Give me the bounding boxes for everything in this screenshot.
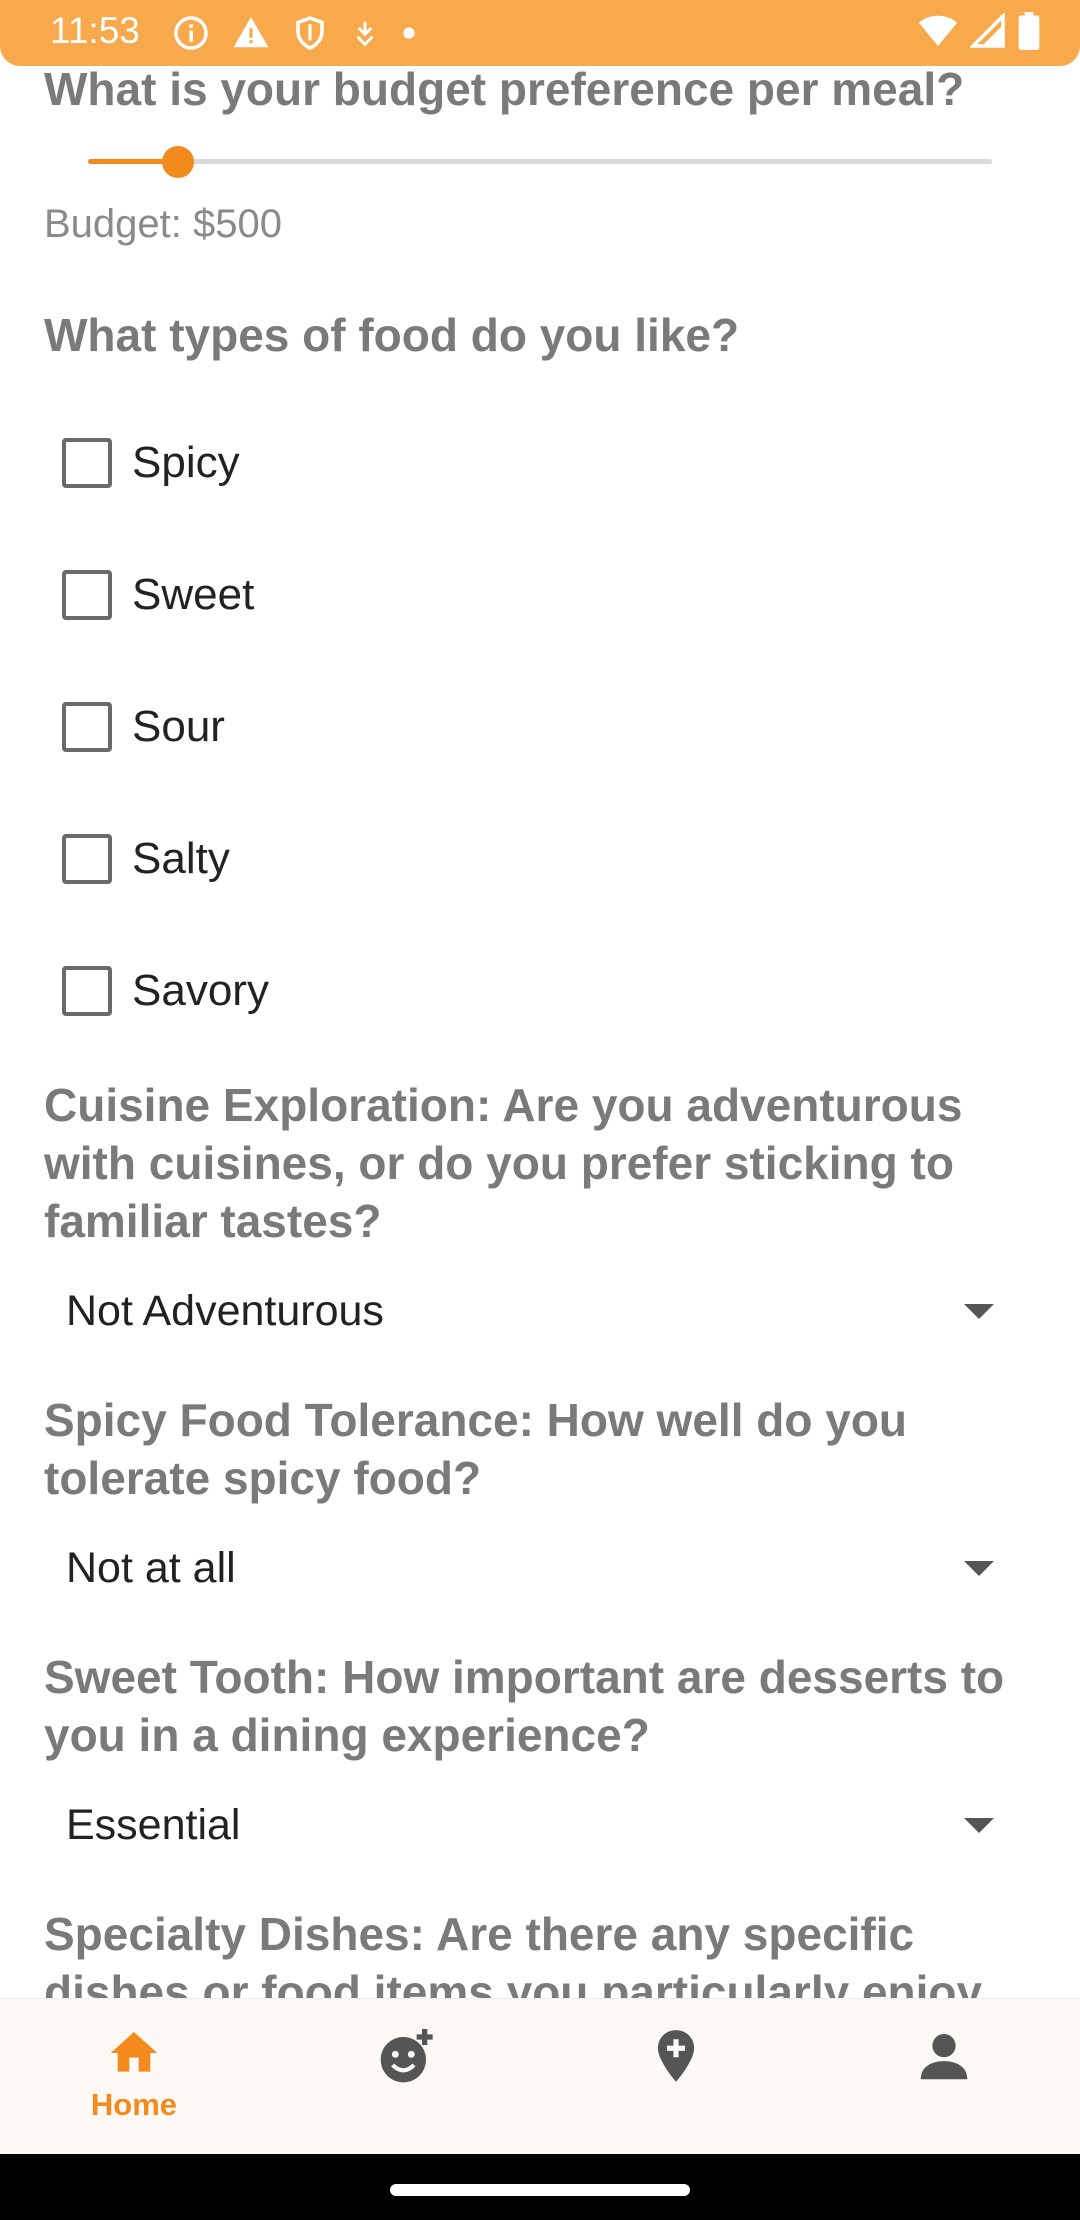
budget-question: What is your budget preference per meal?	[44, 66, 965, 115]
person-icon	[920, 2034, 968, 2080]
spicy-tolerance-dropdown[interactable]: Not at all	[66, 1533, 994, 1603]
checkbox-box[interactable]	[62, 834, 112, 884]
nav-add-location[interactable]	[606, 1999, 746, 2155]
sweet-tooth-question: Sweet Tooth: How important are desserts …	[44, 1651, 1005, 1761]
battery-icon	[1018, 12, 1040, 50]
spicy-tolerance-question: Spicy Food Tolerance: How well do you to…	[44, 1394, 908, 1504]
dropdown-value: Not Adventurous	[66, 1286, 384, 1335]
nav-home-label: Home	[90, 2087, 178, 2122]
info-icon	[174, 16, 208, 50]
checkbox-box[interactable]	[62, 966, 112, 1016]
checkbox-box[interactable]	[62, 702, 112, 752]
download-icon	[356, 21, 374, 47]
cuisine-question: Cuisine Exploration: Are you adventurous…	[44, 1079, 963, 1247]
signal-icon	[970, 13, 1005, 48]
checkbox-label: Spicy	[132, 438, 240, 487]
nav-home[interactable]: Home	[64, 1999, 204, 2155]
checkbox-box[interactable]	[62, 438, 112, 488]
survey-content[interactable]: What is your budget preference per meal?…	[0, 66, 1080, 1998]
dot-icon	[403, 27, 415, 39]
wifi-icon	[918, 15, 958, 46]
budget-value-text: Budget: $500	[44, 202, 282, 246]
checkbox-sour[interactable]: Sour	[62, 697, 225, 757]
specialty-dishes-question: Specialty Dishes: Are there any specific…	[44, 1908, 983, 1998]
checkbox-label: Sweet	[132, 570, 255, 619]
food-types-question: What types of food do you like?	[44, 309, 740, 361]
cuisine-dropdown[interactable]: Not Adventurous	[66, 1276, 994, 1346]
checkbox-label: Sour	[132, 702, 225, 751]
system-gesture-bar	[0, 2154, 1080, 2220]
add-location-icon	[657, 2030, 695, 2082]
home-icon	[110, 2032, 158, 2072]
slider-thumb[interactable]	[162, 146, 195, 178]
checkbox-sweet[interactable]: Sweet	[62, 565, 254, 625]
bottom-navigation: Home	[0, 1998, 1080, 2154]
warning-icon	[233, 17, 269, 48]
checkbox-label: Salty	[132, 834, 230, 883]
dropdown-value: Not at all	[66, 1543, 236, 1592]
shield-icon	[296, 16, 324, 50]
checkbox-savory[interactable]: Savory	[62, 961, 269, 1021]
budget-slider[interactable]	[88, 142, 992, 182]
status-bar: 11:53	[0, 0, 1080, 66]
sweet-tooth-dropdown[interactable]: Essential	[66, 1790, 994, 1860]
checkbox-box[interactable]	[62, 570, 112, 620]
dropdown-arrow-icon	[964, 1817, 994, 1833]
status-time: 11:53	[50, 10, 140, 51]
status-system-icons	[918, 12, 1040, 50]
add-reaction-icon	[380, 2029, 433, 2083]
dropdown-arrow-icon	[964, 1303, 994, 1319]
nav-add-reaction[interactable]	[336, 1999, 476, 2155]
checkbox-salty[interactable]: Salty	[62, 829, 230, 889]
home-gesture-handle[interactable]	[390, 2184, 690, 2196]
slider-track	[88, 159, 992, 164]
nav-profile[interactable]	[874, 1999, 1014, 2155]
status-notification-icons	[172, 14, 416, 52]
checkbox-label: Savory	[132, 966, 269, 1015]
checkbox-spicy[interactable]: Spicy	[62, 433, 240, 493]
dropdown-value: Essential	[66, 1800, 241, 1849]
dropdown-arrow-icon	[964, 1560, 994, 1576]
